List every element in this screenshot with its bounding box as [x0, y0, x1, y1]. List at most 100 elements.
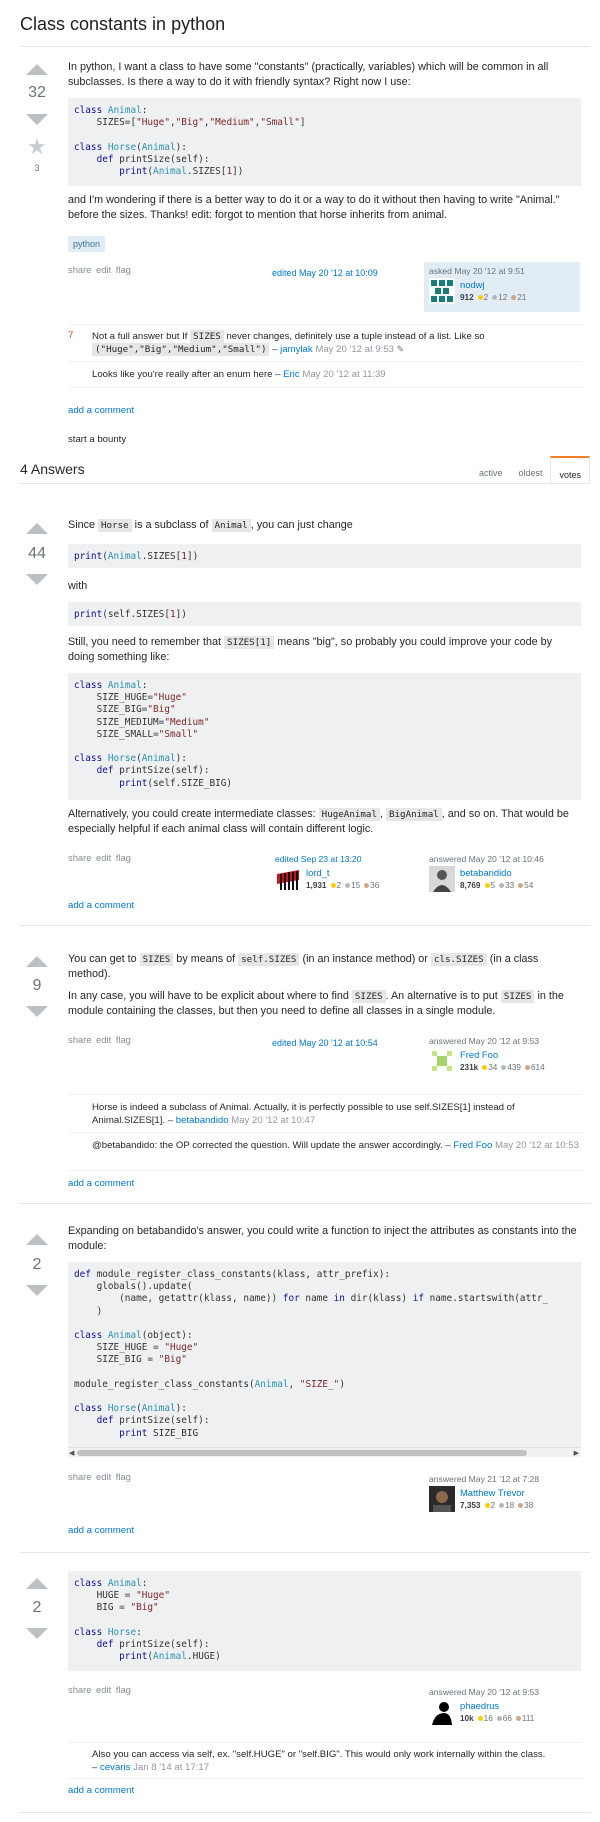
edited-date[interactable]: edited Sep 23 at 13:20	[275, 854, 421, 864]
answer-score: 2	[32, 1599, 42, 1616]
answer-score: 44	[28, 545, 46, 562]
scrollbar-thumb[interactable]	[77, 1450, 527, 1456]
answered-date: answered May 20 '12 at 10:46	[429, 854, 544, 864]
edit-pencil-icon: ✎	[396, 344, 405, 354]
answer1-editor-card: edited Sep 23 at 13:20 lord_t 1,931 2 15 36	[270, 850, 426, 900]
upvote-icon[interactable]	[26, 1578, 48, 1589]
answer1-author-card: answered May 20 '12 at 10:46 betabandido…	[424, 850, 580, 900]
author-name[interactable]: Matthew Trevor	[460, 1487, 525, 1498]
answer2-author-card: answered May 20 '12 at 9:53 Fred Foo 231…	[424, 1032, 580, 1082]
upvote-icon[interactable]	[26, 956, 48, 967]
answer1-code-2: print(self.SIZES[1])	[68, 602, 581, 626]
avatar[interactable]	[429, 1699, 455, 1725]
comment-divider	[68, 1742, 582, 1743]
author-name[interactable]: phaedrus	[460, 1700, 499, 1711]
answer-score: 9	[32, 977, 42, 994]
comment-cevaris: Also you can access via self, ex. "self.…	[92, 1749, 546, 1773]
upvote-icon[interactable]	[26, 64, 48, 75]
answer1-p3: Still, you need to remember that SIZES[1…	[68, 636, 553, 663]
downvote-icon[interactable]	[26, 114, 48, 125]
answer3-menu[interactable]: share edit flag	[68, 1471, 131, 1482]
favorite-star-icon[interactable]: ★	[17, 134, 57, 160]
avatar[interactable]	[275, 866, 301, 892]
title-divider	[20, 46, 590, 47]
author-reputation: 7,353 2 18 38	[460, 1501, 534, 1510]
author-reputation: 231k 34 439 614	[460, 1063, 545, 1072]
question-edited-link[interactable]: edited May 20 '12 at 10:09	[272, 268, 378, 278]
answers-count: 4 Answers	[20, 461, 85, 477]
answer1-code-3: class Animal: SIZE_HUGE="Huge" SIZE_BIG=…	[68, 673, 581, 800]
tab-oldest[interactable]: oldest	[510, 456, 550, 484]
asked-date: asked May 20 '12 at 9:51	[429, 266, 525, 276]
tab-active[interactable]: active	[471, 456, 511, 484]
tag-python[interactable]: python	[68, 236, 106, 252]
editor-reputation: 1,931 2 15 36	[306, 881, 380, 890]
author-reputation: 10k 16 66 111	[460, 1714, 535, 1723]
avatar[interactable]	[429, 278, 455, 304]
answer-score: 2	[32, 1256, 42, 1273]
owner-name[interactable]: nodwj	[460, 279, 485, 290]
scroll-right-icon[interactable]: ▶	[574, 1449, 579, 1457]
avatar[interactable]	[429, 1048, 455, 1074]
answer1-p1: Since Horse is a subclass of Animal, you…	[68, 519, 353, 532]
avatar[interactable]	[429, 866, 455, 892]
comment-divider	[68, 324, 582, 325]
add-comment-link[interactable]: add a comment	[68, 1178, 134, 1189]
tab-votes[interactable]: votes	[550, 456, 590, 484]
comment-divider	[68, 387, 582, 388]
answer4-author-card: answered May 20 '12 at 9:53 phaedrus 10k…	[424, 1683, 580, 1733]
question-page: Class constants in python 32 ★ 3 In pyth…	[0, 0, 600, 1822]
start-bounty-link[interactable]: start a bounty	[68, 434, 126, 445]
author-name[interactable]: Fred Foo	[460, 1049, 498, 1060]
comment-score: 7	[68, 330, 74, 341]
downvote-icon[interactable]	[26, 574, 48, 585]
question-menu[interactable]: share edit flag	[68, 264, 131, 275]
bottom-divider	[20, 1812, 590, 1813]
comment-divider	[68, 1094, 582, 1095]
answer2-p2: In any case, you will have to be explici…	[68, 990, 564, 1017]
comment-eric: Looks like you're really after an enum h…	[92, 369, 386, 380]
answer1-menu[interactable]: share edit flag	[68, 852, 131, 863]
answer1-code-1: print(Animal.SIZES[1])	[68, 544, 581, 568]
page-title[interactable]: Class constants in python	[20, 14, 225, 35]
downvote-icon[interactable]	[26, 1628, 48, 1639]
answered-date: answered May 20 '12 at 9:53	[429, 1687, 540, 1697]
upvote-icon[interactable]	[26, 523, 48, 534]
question-body-p2: and I'm wondering if there is a better w…	[68, 194, 560, 221]
owner-reputation: 912 2 12 21	[460, 293, 527, 302]
question-code-block: class Animal: SIZES=["Huge","Big","Mediu…	[68, 98, 581, 186]
downvote-icon[interactable]	[26, 1285, 48, 1296]
answer1-p4: Alternatively, you could create intermed…	[68, 808, 569, 835]
answer-divider	[20, 1552, 590, 1553]
answer4-menu[interactable]: share edit flag	[68, 1684, 131, 1695]
answer4-code-block: class Animal: HUGE = "Huge" BIG = "Big" …	[68, 1571, 581, 1671]
answer2-menu[interactable]: share edit flag	[68, 1034, 131, 1045]
answers-divider	[20, 483, 590, 484]
answer-divider	[20, 1203, 590, 1204]
add-comment-link[interactable]: add a comment	[68, 1785, 134, 1796]
comment-jamylak: Not a full answer but If SIZES never cha…	[92, 330, 485, 356]
downvote-icon[interactable]	[26, 1006, 48, 1017]
comment-divider	[68, 1132, 582, 1133]
answer2-edited-link[interactable]: edited May 20 '12 at 10:54	[272, 1038, 378, 1048]
avatar[interactable]	[429, 1486, 455, 1512]
answer1-with: with	[68, 580, 88, 592]
add-comment-link[interactable]: add a comment	[68, 405, 134, 416]
answer-sort-tabs: active oldest votes	[471, 456, 590, 484]
answer-divider	[20, 925, 590, 926]
answer3-p1: Expanding on betabandido's answer, you c…	[68, 1225, 577, 1252]
author-name[interactable]: betabandido	[460, 867, 512, 878]
question-body-p1: In python, I want a class to have some "…	[68, 61, 549, 88]
comment-divider	[68, 1778, 582, 1779]
add-comment-link[interactable]: add a comment	[68, 900, 134, 911]
answered-date: answered May 20 '12 at 9:53	[429, 1036, 540, 1046]
scroll-left-icon[interactable]: ◀	[69, 1449, 74, 1457]
add-comment-link[interactable]: add a comment	[68, 1525, 134, 1536]
code-horizontal-scrollbar[interactable]: ◀ ▶	[68, 1447, 581, 1457]
editor-name[interactable]: lord_t	[306, 867, 329, 878]
upvote-icon[interactable]	[26, 1234, 48, 1245]
comment-betabandido: Horse is indeed a subclass of Animal. Ac…	[92, 1102, 515, 1126]
answer2-p1: You can get to SIZES by means of self.SI…	[68, 953, 539, 980]
favorite-count: 3	[34, 163, 40, 173]
question-score: 32	[28, 84, 46, 101]
